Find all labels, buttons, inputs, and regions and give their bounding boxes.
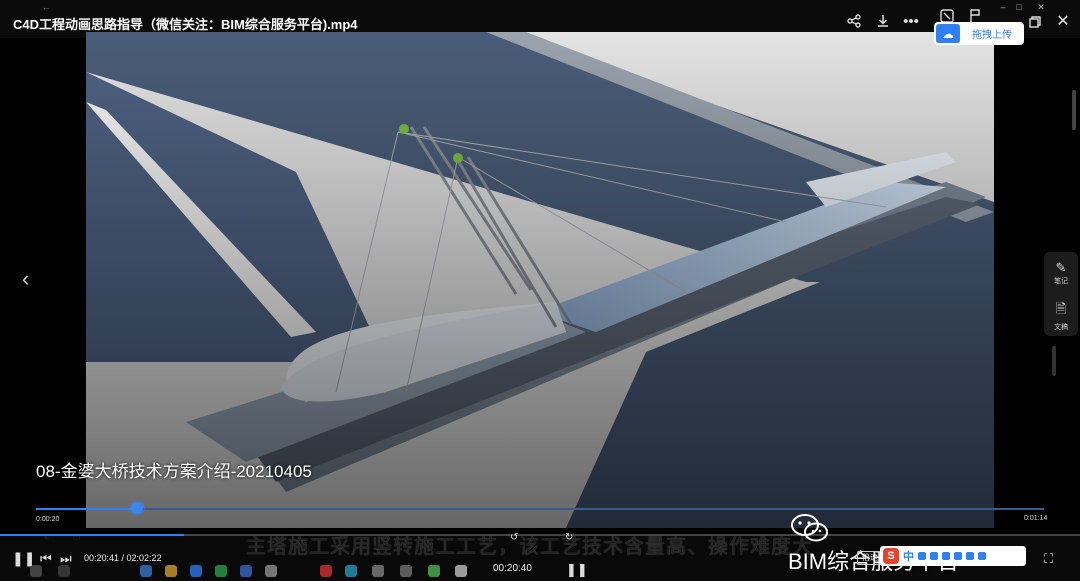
app-icon[interactable] [428,565,440,577]
app-icon[interactable] [320,565,332,577]
upload-label: 拖拽上传 [972,30,1012,41]
video-frame[interactable] [86,32,994,528]
note-icon: ✎ [1055,260,1067,275]
forward-icon[interactable]: ↻ [565,532,573,543]
keyboard-icon[interactable] [954,552,962,560]
mid-pause-icon[interactable]: ❚❚ [566,562,588,578]
scrollbar[interactable] [1072,90,1076,130]
start-icon[interactable] [30,565,42,577]
window-title: C4D工程动画思路指导（微信关注：BIM综合服务平台).mp4 [13,17,358,32]
inner-progress-fill [36,508,137,510]
download-icon[interactable] [872,10,894,32]
video-caption: 08-金婆大桥技术方案介绍-20210405 [36,462,312,481]
inner-total-time: 0:01:14 [1024,515,1048,522]
skin-icon[interactable] [966,552,974,560]
previous-arrow-icon[interactable]: ‹ [22,266,29,292]
mic-icon[interactable] [930,552,938,560]
player-progress-fill [0,534,184,536]
cloud-icon: ☁ [936,24,960,43]
back-icon[interactable]: ← [35,0,57,14]
app-icon[interactable] [265,565,277,577]
side-item-doc[interactable]: 🗎 文稿 [1044,296,1078,332]
app-icon[interactable] [372,565,384,577]
punct-icon[interactable] [918,552,926,560]
side-panel: ✎ 笔记 🗎 文稿 [1044,252,1078,336]
inner-progress-knob[interactable] [130,502,143,514]
more-icon[interactable]: ••• [900,10,922,32]
ime-language[interactable]: 中 [903,548,914,564]
search-icon[interactable] [58,565,70,577]
app-icon[interactable] [165,565,177,577]
side-item-label: 文稿 [1054,324,1068,331]
document-icon: 🗎 [1055,301,1067,316]
app-icon[interactable] [345,565,357,577]
emoji-icon[interactable] [942,552,950,560]
close-icon[interactable]: ✕ [1052,10,1074,32]
side-item-notes[interactable]: ✎ 笔记 [1044,256,1078,286]
app-icon[interactable] [400,565,412,577]
rewind-icon[interactable]: ↺ [510,532,518,543]
upload-button[interactable]: ☁ 拖拽上传 [934,22,1024,45]
app-icon[interactable] [140,565,152,577]
ime-toolbar[interactable]: S 中 [880,546,1026,566]
app-icon[interactable] [455,565,467,577]
app-icon[interactable] [190,565,202,577]
app-icon[interactable] [240,565,252,577]
time-readout: 00:20:41 / 02:02:22 [84,553,162,563]
app-icon[interactable] [215,565,227,577]
mid-time-readout: 00:20:40 [493,563,532,574]
fullscreen-icon[interactable]: ⛶ [1044,551,1053,567]
side-scrollbar[interactable] [1052,346,1056,376]
inner-progress-track[interactable] [36,508,1044,510]
subtitle-text: 主塔施工采用竖转施工工艺，该工艺技术含量高、操作难度大 [246,536,813,558]
video-scene-image [86,32,994,528]
sogou-icon: S [883,548,899,564]
restore-icon[interactable] [1024,11,1046,33]
share-icon[interactable] [843,10,865,32]
toolbox-icon[interactable] [978,552,986,560]
side-item-label: 笔记 [1054,278,1068,285]
inner-current-time: 0:00:20 [36,516,60,523]
